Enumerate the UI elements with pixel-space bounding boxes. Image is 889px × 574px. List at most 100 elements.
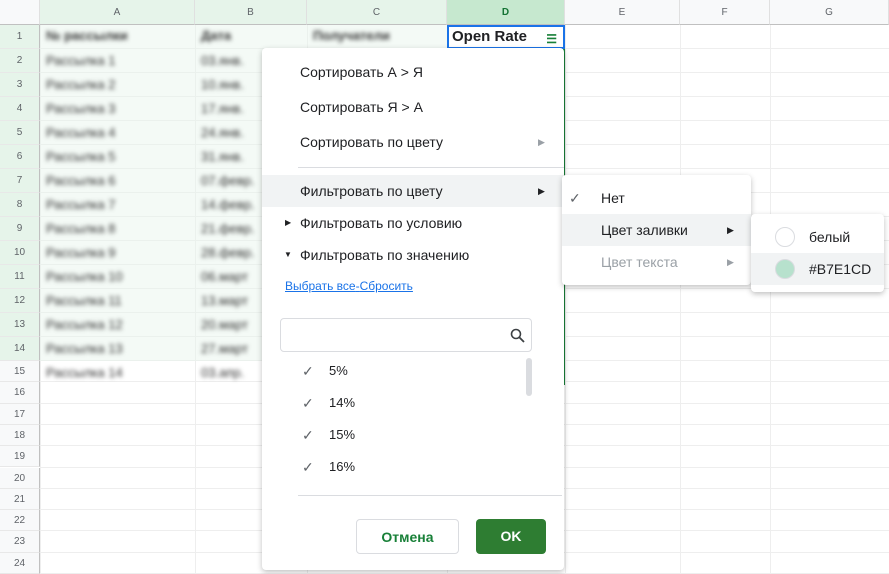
cell-name[interactable]: Рассылка 1 (40, 53, 190, 68)
submenu-arrow-icon: ▶ (538, 186, 545, 196)
filter-by-value[interactable]: ▼ Фильтровать по значению (262, 239, 564, 271)
cell-name[interactable]: Рассылка 4 (40, 125, 190, 140)
cell-name[interactable]: Рассылка 3 (40, 101, 190, 116)
cell-date[interactable]: 28.февр. (195, 245, 262, 260)
column-header[interactable]: A (40, 0, 195, 25)
cell-date[interactable]: 21.февр. (195, 221, 262, 236)
header-cell[interactable]: Дата (195, 28, 289, 43)
fill-color-label: Цвет заливки (601, 222, 688, 238)
cell-date[interactable]: 14.февр. (195, 197, 262, 212)
column-header[interactable]: B (195, 0, 307, 25)
value-option[interactable]: ✓ 16% (302, 457, 355, 477)
header-cell[interactable]: № рассылки (40, 28, 177, 43)
cell-date[interactable]: 03.апр. (195, 365, 262, 380)
column-header[interactable]: G (770, 0, 889, 25)
check-icon: ✓ (302, 427, 314, 443)
sort-a-z[interactable]: Сортировать А > Я (262, 56, 564, 88)
cancel-button[interactable]: Отмена (356, 519, 459, 554)
row-header[interactable]: 4 (0, 97, 40, 121)
select-all-link[interactable]: Выбрать все (285, 279, 356, 293)
cell-name[interactable]: Рассылка 5 (40, 149, 190, 164)
cell-date[interactable]: 07.февр. (195, 173, 262, 188)
row-header[interactable]: 15 (0, 361, 40, 383)
row-header[interactable]: 5 (0, 121, 40, 145)
column-header[interactable]: D (447, 0, 565, 25)
cell-name[interactable]: Рассылка 10 (40, 269, 190, 284)
cell-date[interactable]: 03.янв. (195, 53, 262, 68)
row-header[interactable]: 6 (0, 145, 40, 169)
column-header[interactable]: E (565, 0, 680, 25)
row-header[interactable]: 10 (0, 241, 40, 265)
row-header[interactable]: 9 (0, 217, 40, 241)
filter-icon[interactable]: ☰ (546, 29, 557, 49)
value-label: 16% (329, 459, 356, 474)
filter-by-value-label: Фильтровать по значению (300, 247, 470, 263)
row-header[interactable]: 23 (0, 531, 40, 553)
sort-z-a[interactable]: Сортировать Я > А (262, 91, 564, 123)
active-cell-d1[interactable]: Open Rate ☰ (447, 25, 565, 49)
submenu-arrow-icon: ▶ (727, 257, 734, 267)
filter-by-color-label: Фильтровать по цвету (300, 183, 443, 199)
grid-line (770, 25, 771, 574)
column-header[interactable]: F (680, 0, 770, 25)
row-header[interactable]: 13 (0, 313, 40, 337)
row-header[interactable]: 22 (0, 510, 40, 532)
cell-name[interactable]: Рассылка 11 (40, 293, 190, 308)
cell-date[interactable]: 06.март (195, 269, 262, 284)
row-header[interactable]: 2 (0, 49, 40, 73)
open-rate-header: Open Rate (452, 28, 528, 45)
color-option[interactable]: белый (751, 221, 884, 253)
header-cell[interactable]: Получатели (307, 28, 429, 43)
row-header[interactable]: 3 (0, 73, 40, 97)
cell-name[interactable]: Рассылка 8 (40, 221, 190, 236)
submenu-arrow-icon: ▶ (538, 137, 545, 147)
row-header[interactable]: 24 (0, 552, 40, 574)
color-none[interactable]: ✓ Нет (562, 182, 751, 214)
row-header[interactable]: 16 (0, 382, 40, 404)
scrollbar[interactable] (526, 358, 532, 396)
row-header[interactable]: 17 (0, 403, 40, 425)
value-label: 14% (329, 395, 356, 410)
row-header[interactable]: 8 (0, 193, 40, 217)
row-header[interactable]: 12 (0, 289, 40, 313)
row-header[interactable]: 21 (0, 488, 40, 511)
sort-by-color[interactable]: Сортировать по цвету ▶ (262, 126, 564, 158)
cell-date[interactable]: 31.янв. (195, 149, 262, 164)
row-header[interactable]: 18 (0, 424, 40, 447)
row-header[interactable]: 1 (0, 25, 40, 49)
cell-name[interactable]: Рассылка 14 (40, 365, 190, 380)
value-option[interactable]: ✓ 15% (302, 425, 355, 445)
row-header[interactable]: 19 (0, 446, 40, 468)
column-header[interactable]: C (307, 0, 447, 25)
row-header[interactable]: 7 (0, 169, 40, 193)
cell-date[interactable]: 17.янв. (195, 101, 262, 116)
filter-by-condition-label: Фильтровать по условию (300, 215, 463, 231)
text-color: Цвет текста ▶ (562, 246, 751, 278)
value-option[interactable]: ✓ 5% (302, 361, 348, 381)
row-header[interactable]: 20 (0, 467, 40, 489)
cell-name[interactable]: Рассылка 12 (40, 317, 190, 332)
select-reset-links: Выбрать все-Сбросить (285, 279, 413, 293)
cell-name[interactable]: Рассылка 6 (40, 173, 190, 188)
cell-date[interactable]: 24.янв. (195, 125, 262, 140)
row-header[interactable]: 11 (0, 265, 40, 289)
cell-name[interactable]: Рассылка 2 (40, 77, 190, 92)
cell-date[interactable]: 27.март (195, 341, 262, 356)
cell-name[interactable]: Рассылка 7 (40, 197, 190, 212)
search-icon (510, 328, 525, 343)
value-search-input[interactable] (280, 318, 532, 352)
reset-link[interactable]: Сбросить (360, 279, 413, 293)
cell-date[interactable]: 20.март (195, 317, 262, 332)
text-color-label: Цвет текста (601, 254, 678, 270)
ok-button[interactable]: OK (476, 519, 546, 554)
cell-date[interactable]: 10.янв. (195, 77, 262, 92)
row-header[interactable]: 14 (0, 337, 40, 361)
value-option[interactable]: ✓ 14% (302, 393, 355, 413)
filter-by-condition[interactable]: ▶ Фильтровать по условию (262, 207, 564, 239)
color-option[interactable]: #B7E1CD (751, 253, 884, 285)
filter-by-color[interactable]: Фильтровать по цвету ▶ (262, 175, 564, 207)
cell-name[interactable]: Рассылка 9 (40, 245, 190, 260)
fill-color[interactable]: Цвет заливки ▶ (562, 214, 751, 246)
cell-date[interactable]: 13.март (195, 293, 262, 308)
cell-name[interactable]: Рассылка 13 (40, 341, 190, 356)
